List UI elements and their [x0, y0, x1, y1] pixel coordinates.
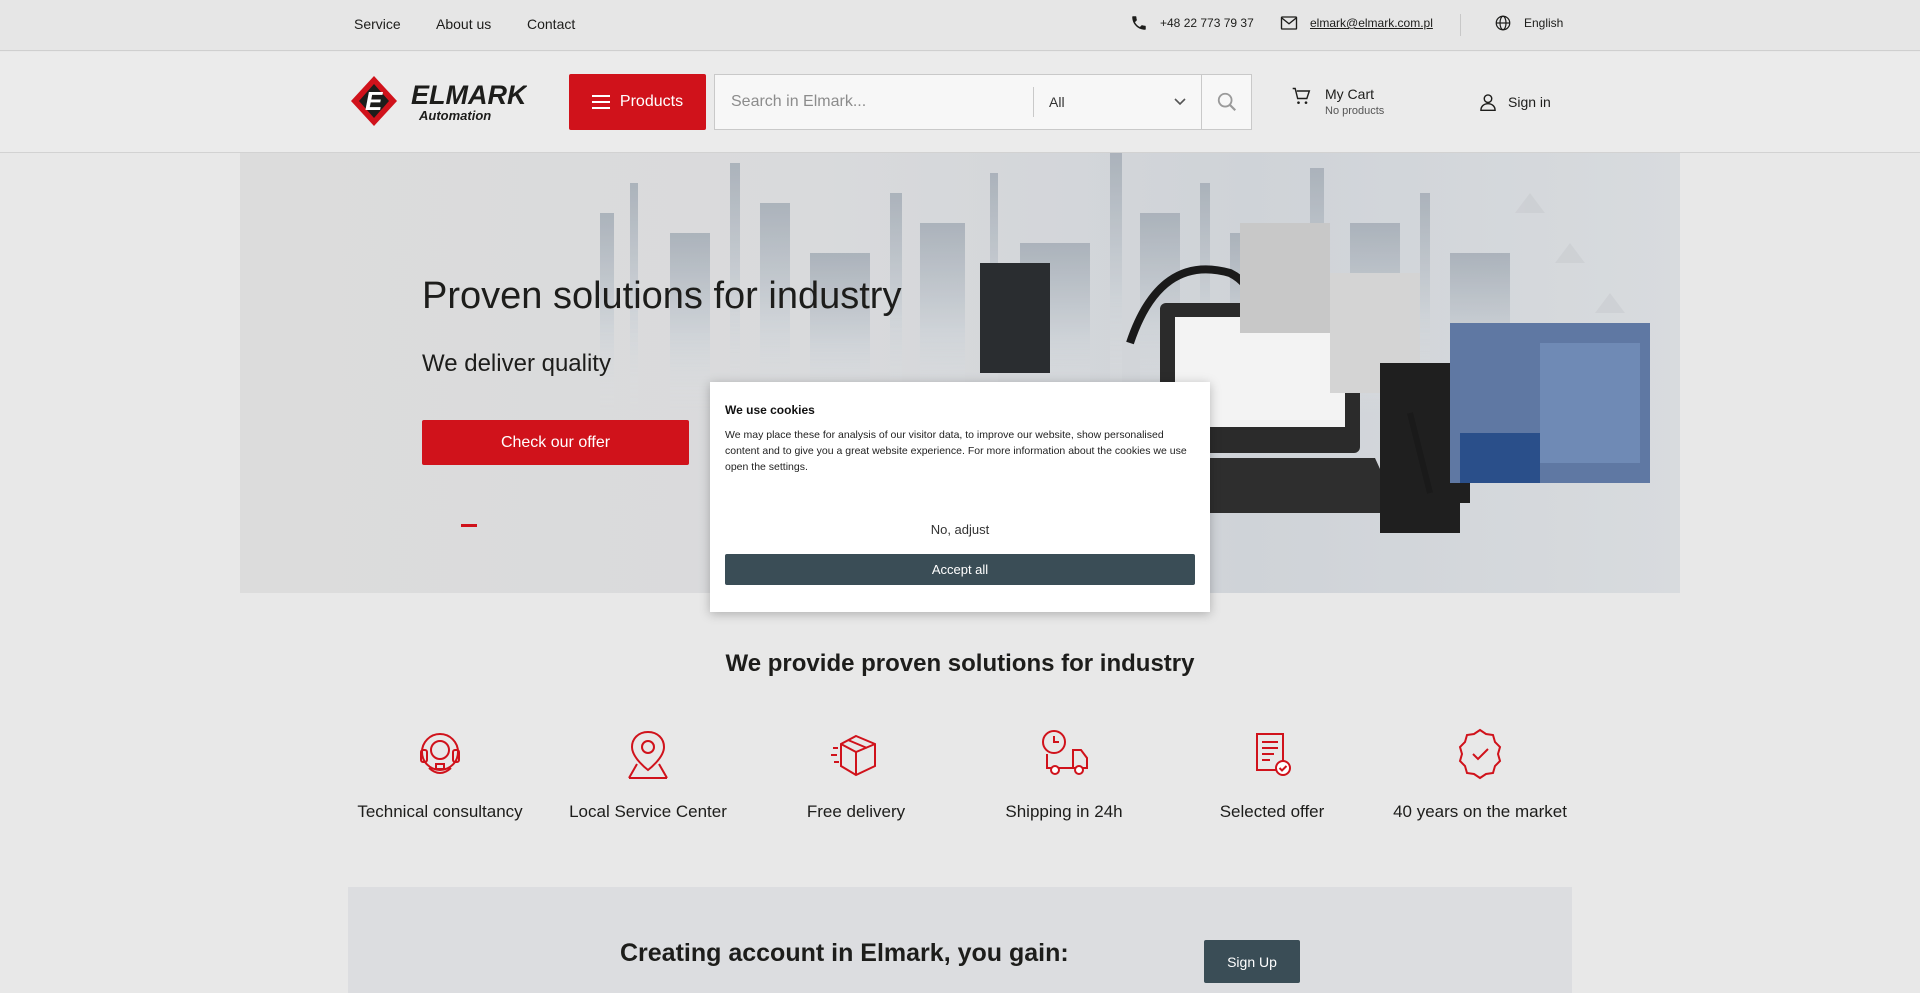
award-badge-icon: [1458, 728, 1502, 780]
search-input[interactable]: [715, 75, 1033, 129]
category-select[interactable]: All: [1035, 75, 1199, 129]
phone-icon: [1132, 16, 1146, 30]
search-divider: [1033, 87, 1034, 117]
feature-label: Shipping in 24h: [1005, 802, 1123, 821]
contact-link[interactable]: Contact: [527, 16, 575, 32]
svg-text:E: E: [365, 86, 383, 116]
top-bar: Service About us Contact +48 22 773 79 3…: [0, 0, 1920, 51]
account-benefits-title: Creating account in Elmark, you gain:: [620, 939, 1069, 967]
feature-selected-offer: Selected offer: [1172, 728, 1372, 824]
mail-icon: [1280, 16, 1298, 30]
elmark-logo-mark: E ELMARK Automation: [351, 76, 529, 126]
cookie-consent-dialog: We use cookies We may place these for an…: [710, 382, 1210, 612]
sign-in-link[interactable]: Sign in: [1478, 92, 1551, 112]
my-cart[interactable]: My Cart No products: [1291, 86, 1384, 117]
about-us-link[interactable]: About us: [436, 16, 491, 32]
feature-label: Selected offer: [1219, 802, 1325, 821]
sign-in-label: Sign in: [1508, 94, 1551, 110]
search-icon: [1217, 92, 1236, 112]
feature-local-service-center: Local Service Center: [548, 728, 748, 824]
divider: [1460, 14, 1461, 36]
feature-label: Technical consultancy: [357, 802, 523, 821]
category-value: All: [1049, 94, 1065, 110]
search-button[interactable]: [1201, 75, 1251, 129]
headset-icon: [420, 733, 460, 774]
slider-indicator-active[interactable]: [461, 524, 477, 527]
cookie-title: We use cookies: [725, 403, 815, 417]
search-bar: All: [714, 74, 1252, 130]
svg-text:Automation: Automation: [418, 108, 491, 123]
cart-title: My Cart: [1325, 86, 1374, 102]
user-icon: [1480, 94, 1496, 112]
feature-label: 40 years on the market: [1393, 802, 1567, 821]
elmark-logo[interactable]: E ELMARK Automation: [347, 74, 529, 128]
delivery-truck-clock-icon: [1042, 730, 1088, 775]
cart-icon: [1292, 87, 1311, 104]
email-contact[interactable]: elmark@elmark.com.pl: [1280, 14, 1433, 32]
feature-label: Local Service Center: [569, 802, 727, 821]
service-link[interactable]: Service: [354, 16, 401, 32]
check-offer-button[interactable]: Check our offer: [422, 420, 689, 465]
location-pin-icon: [628, 730, 668, 779]
chevron-down-icon: [1174, 98, 1186, 106]
cart-status: No products: [1325, 105, 1385, 117]
cookie-accept-all-button[interactable]: Accept all: [725, 554, 1195, 585]
feature-label: Free delivery: [806, 802, 906, 821]
phone-number: +48 22 773 79 37: [1160, 16, 1254, 30]
document-check-icon: [1256, 733, 1291, 776]
email-link[interactable]: elmark@elmark.com.pl: [1310, 16, 1433, 30]
feature-free-delivery: Free delivery: [756, 728, 956, 824]
features-title: We provide proven solutions for industry: [725, 650, 1195, 677]
language-selector[interactable]: English: [1494, 14, 1563, 32]
hero-title: Proven solutions for industry: [422, 275, 902, 317]
package-icon: [831, 734, 876, 777]
hamburger-icon: [591, 95, 610, 109]
cookie-adjust-button[interactable]: No, adjust: [710, 522, 1210, 537]
globe-icon: [1495, 15, 1511, 31]
cookie-description: We may place these for analysis of our v…: [725, 429, 1187, 473]
feature-shipping-24h: Shipping in 24h: [964, 728, 1164, 824]
hero-subtitle: We deliver quality: [422, 350, 611, 377]
main-header: E ELMARK Automation Products All My Cart…: [0, 52, 1920, 153]
account-benefits-section: Creating account in Elmark, you gain: Si…: [348, 887, 1572, 993]
feature-40-years: 40 years on the market: [1380, 728, 1580, 824]
products-menu-button[interactable]: Products: [569, 74, 706, 130]
svg-text:ELMARK: ELMARK: [411, 80, 527, 110]
products-label: Products: [619, 93, 684, 110]
language-label: English: [1524, 16, 1564, 30]
phone-contact[interactable]: +48 22 773 79 37: [1130, 14, 1254, 32]
sign-up-button[interactable]: Sign Up: [1204, 940, 1300, 983]
feature-technical-consultancy: Technical consultancy: [340, 728, 540, 824]
